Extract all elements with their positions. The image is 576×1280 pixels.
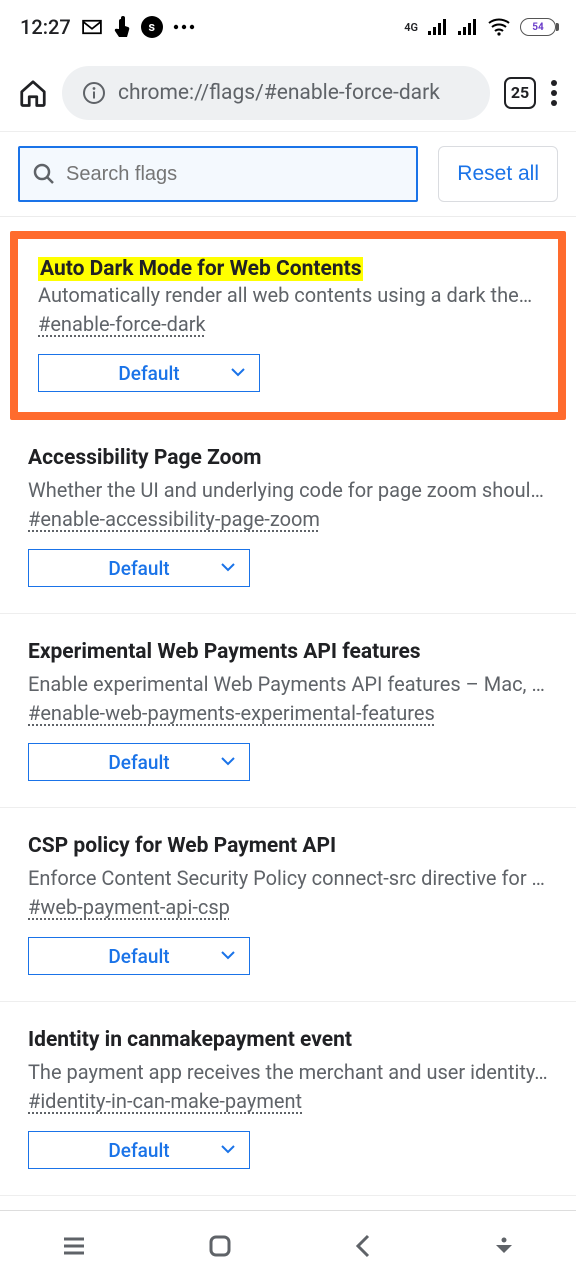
network-type: 4G	[404, 22, 418, 33]
app-badge-icon: s	[141, 16, 163, 38]
flag-select[interactable]: Default	[28, 743, 250, 781]
touch-icon	[113, 16, 131, 38]
flag-title: Identity in canmakepayment event	[28, 1028, 548, 1052]
battery-pct: 54	[532, 22, 543, 33]
flag-card-highlighted: Auto Dark Mode for Web Contents Automati…	[10, 231, 566, 420]
flag-title: Experimental Web Payments API features	[28, 640, 548, 664]
clock: 12:27	[20, 15, 71, 39]
home-nav-icon[interactable]	[209, 1235, 231, 1257]
search-input[interactable]	[66, 163, 404, 186]
more-horiz-icon	[173, 24, 195, 30]
search-icon	[32, 162, 56, 186]
recents-icon[interactable]	[62, 1236, 86, 1256]
search-input-wrapper[interactable]	[18, 146, 418, 202]
flag-select[interactable]: Default	[38, 354, 260, 392]
flag-card: Experimental Web Payments API features E…	[0, 614, 576, 808]
home-icon[interactable]	[18, 78, 48, 108]
flag-title: Auto Dark Mode for Web Contents	[38, 257, 363, 281]
url-bar[interactable]: chrome://flags/#enable-force-dark	[62, 66, 490, 120]
more-vert-icon[interactable]	[550, 79, 558, 107]
status-bar: 12:27 s 4G 54	[0, 0, 576, 54]
chevron-down-icon	[221, 757, 235, 767]
signal-1-icon	[428, 19, 448, 35]
system-nav-bar	[0, 1210, 576, 1280]
flag-card: Accessibility Page Zoom Whether the UI a…	[0, 420, 576, 614]
flag-anchor[interactable]: #web-payment-api-csp	[28, 895, 230, 919]
url-text: chrome://flags/#enable-force-dark	[118, 81, 440, 105]
flag-desc: Enable experimental Web Payments API fea…	[28, 670, 548, 699]
flag-desc: Whether the UI and underlying code for p…	[28, 476, 548, 505]
info-icon	[82, 81, 106, 105]
flag-title: Accessibility Page Zoom	[28, 446, 548, 470]
flag-title: CSP policy for Web Payment API	[28, 834, 548, 858]
flag-card: CSP policy for Web Payment API Enforce C…	[0, 808, 576, 1002]
flag-select-value: Default	[108, 751, 169, 774]
gmail-icon	[81, 19, 103, 35]
flag-anchor[interactable]: #enable-web-payments-experimental-featur…	[28, 701, 435, 725]
tab-switcher[interactable]: 25	[504, 77, 536, 109]
chevron-down-icon	[221, 1145, 235, 1155]
flag-select-value: Default	[108, 945, 169, 968]
flag-select-value: Default	[118, 362, 179, 385]
reset-all-button[interactable]: Reset all	[438, 146, 558, 202]
flag-anchor[interactable]: #identity-in-can-make-payment	[28, 1089, 302, 1113]
back-nav-icon[interactable]	[355, 1234, 371, 1258]
status-left: 12:27 s	[20, 15, 195, 39]
flag-desc: Automatically render all web contents us…	[38, 281, 538, 310]
chevron-down-icon	[221, 563, 235, 573]
status-right: 4G 54	[404, 18, 556, 36]
flag-select[interactable]: Default	[28, 1131, 250, 1169]
signal-2-icon	[458, 19, 478, 35]
flag-anchor[interactable]: #enable-accessibility-page-zoom	[28, 507, 320, 531]
dropdown-nav-icon[interactable]	[494, 1237, 514, 1255]
flag-anchor[interactable]: #enable-force-dark	[38, 312, 206, 336]
chevron-down-icon	[231, 368, 245, 378]
chevron-down-icon	[221, 951, 235, 961]
flag-select-value: Default	[108, 1139, 169, 1162]
browser-toolbar: chrome://flags/#enable-force-dark 25	[0, 54, 576, 132]
battery-icon: 54	[520, 18, 556, 36]
flags-list: Auto Dark Mode for Web Contents Automati…	[0, 231, 576, 1276]
flag-select[interactable]: Default	[28, 937, 250, 975]
flags-toolbar: Reset all	[0, 132, 576, 217]
flag-card: Identity in canmakepayment event The pay…	[0, 1002, 576, 1196]
flag-desc: The payment app receives the merchant an…	[28, 1058, 548, 1087]
flag-select[interactable]: Default	[28, 549, 250, 587]
wifi-icon	[488, 18, 510, 36]
flag-desc: Enforce Content Security Policy connect-…	[28, 864, 548, 893]
flag-select-value: Default	[108, 557, 169, 580]
